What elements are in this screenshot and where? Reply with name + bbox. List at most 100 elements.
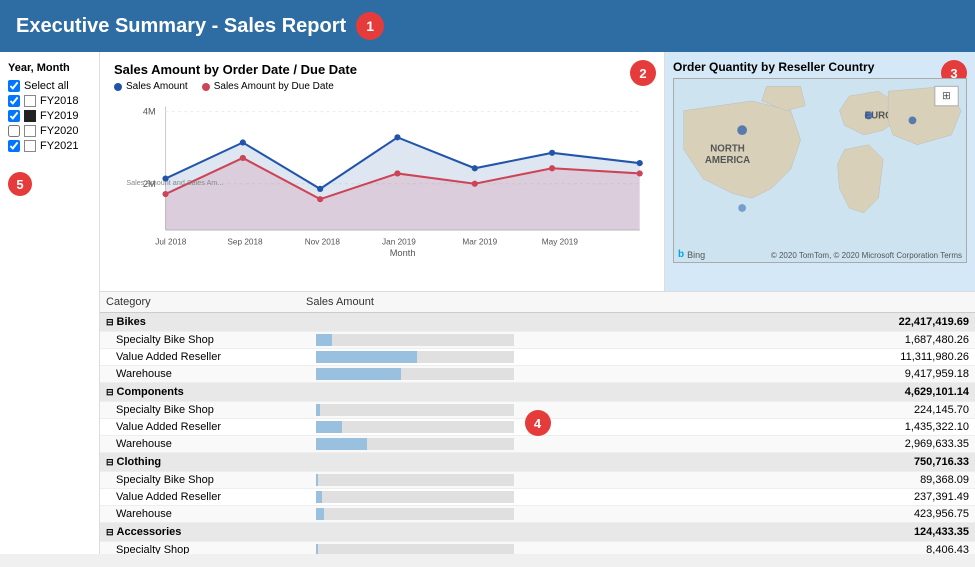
sub-label: Specialty Bike Shop bbox=[100, 472, 300, 489]
category-amount: 124,433.35 bbox=[520, 523, 975, 542]
sub-amount: 9,417,959.18 bbox=[520, 366, 975, 383]
line-chart-svg-container: 4M 2M bbox=[114, 96, 650, 256]
category-amount: 4,629,101.14 bbox=[520, 383, 975, 402]
bing-logo: b Bing bbox=[678, 249, 705, 260]
legend-dot-sales bbox=[114, 83, 122, 91]
sub-amount: 423,956.75 bbox=[520, 506, 975, 523]
category-bar bbox=[300, 383, 520, 402]
sub-amount: 89,368.09 bbox=[520, 472, 975, 489]
category-bar bbox=[300, 453, 520, 472]
sub-label: Specialty Bike Shop bbox=[100, 402, 300, 419]
svg-text:NORTH: NORTH bbox=[710, 144, 745, 155]
sub-bar bbox=[300, 419, 520, 436]
line-chart-svg: 4M 2M bbox=[114, 96, 650, 256]
badge-1: 1 bbox=[356, 12, 384, 40]
table-area: 4 Category Sales Amount ⊟Bikes 22,417,41… bbox=[100, 292, 975, 554]
fy2019-checkbox[interactable] bbox=[8, 110, 20, 122]
svg-text:Jan 2019: Jan 2019 bbox=[382, 238, 416, 247]
header-title: Executive Summary - Sales Report bbox=[16, 15, 346, 38]
sub-label: Warehouse bbox=[100, 436, 300, 453]
sidebar-title: Year, Month bbox=[8, 62, 91, 74]
sub-amount: 11,311,980.26 bbox=[520, 349, 975, 366]
svg-text:Mar 2019: Mar 2019 bbox=[462, 238, 497, 247]
fy2019-swatch bbox=[24, 110, 36, 122]
sub-label: Specialty Shop bbox=[100, 542, 300, 555]
fy2018-swatch bbox=[24, 95, 36, 107]
map-copyright: © 2020 TomTom, © 2020 Microsoft Corporat… bbox=[771, 251, 962, 260]
map-svg: NORTH AMERICA EURC bbox=[674, 79, 966, 263]
sub-bar bbox=[300, 542, 520, 555]
sub-label: Warehouse bbox=[100, 506, 300, 523]
col-category: Category bbox=[100, 292, 300, 313]
svg-text:⊞: ⊞ bbox=[942, 90, 951, 102]
category-label: ⊟Accessories bbox=[100, 523, 300, 542]
fy2020-swatch bbox=[24, 125, 36, 137]
badge-4: 4 bbox=[525, 410, 551, 436]
category-bar bbox=[300, 523, 520, 542]
sub-label: Value Added Reseller bbox=[100, 349, 300, 366]
sub-amount: 224,145.70 bbox=[520, 402, 975, 419]
line-chart-panel: Sales Amount by Order Date / Due Date Sa… bbox=[100, 52, 665, 291]
sub-amount: 1,435,322.10 bbox=[520, 419, 975, 436]
sidebar-item-fy2018[interactable]: FY2018 bbox=[8, 95, 91, 107]
category-amount: 750,716.33 bbox=[520, 453, 975, 472]
sidebar-item-fy2021[interactable]: FY2021 bbox=[8, 140, 91, 152]
fy2018-checkbox[interactable] bbox=[8, 95, 20, 107]
category-label: ⊟Components bbox=[100, 383, 300, 402]
header: Executive Summary - Sales Report 1 bbox=[0, 0, 975, 52]
svg-text:AMERICA: AMERICA bbox=[705, 155, 750, 166]
sub-amount: 2,969,633.35 bbox=[520, 436, 975, 453]
legend-dot-due bbox=[202, 83, 210, 91]
sub-bar bbox=[300, 472, 520, 489]
main-content: Year, Month Select all FY2018 FY2019 FY2… bbox=[0, 52, 975, 554]
map-panel: Order Quantity by Reseller Country 3 NOR… bbox=[665, 52, 975, 291]
chart-legend: Sales Amount Sales Amount by Due Date bbox=[114, 81, 650, 92]
sidebar-item-fy2019[interactable]: FY2019 bbox=[8, 110, 91, 122]
expand-icon[interactable]: ⊟ bbox=[106, 527, 114, 537]
svg-text:Month: Month bbox=[390, 248, 416, 256]
sub-bar bbox=[300, 489, 520, 506]
line-chart-title: Sales Amount by Order Date / Due Date bbox=[114, 62, 650, 77]
fy2020-checkbox[interactable] bbox=[8, 125, 20, 137]
svg-text:Sales Amount and Sales Am...: Sales Amount and Sales Am... bbox=[126, 178, 223, 187]
sub-label: Value Added Reseller bbox=[100, 489, 300, 506]
charts-top: Sales Amount by Order Date / Due Date Sa… bbox=[100, 52, 975, 292]
legend-sales-amount: Sales Amount bbox=[114, 81, 188, 92]
legend-due-date: Sales Amount by Due Date bbox=[202, 81, 334, 92]
select-all-checkbox[interactable] bbox=[8, 80, 20, 92]
sidebar-select-all[interactable]: Select all bbox=[8, 80, 91, 92]
sub-bar bbox=[300, 332, 520, 349]
sidebar-item-fy2020[interactable]: FY2020 bbox=[8, 125, 91, 137]
svg-text:May 2019: May 2019 bbox=[542, 238, 579, 247]
svg-text:Jul 2018: Jul 2018 bbox=[155, 238, 187, 247]
col-amount-value bbox=[520, 292, 975, 313]
map-title: Order Quantity by Reseller Country bbox=[673, 60, 967, 74]
sub-label: Value Added Reseller bbox=[100, 419, 300, 436]
category-label: ⊟Clothing bbox=[100, 453, 300, 472]
sub-bar bbox=[300, 436, 520, 453]
expand-icon[interactable]: ⊟ bbox=[106, 317, 114, 327]
svg-text:Sep 2018: Sep 2018 bbox=[227, 238, 263, 247]
badge-5: 5 bbox=[8, 172, 32, 196]
badge-2: 2 bbox=[630, 60, 656, 86]
sub-bar bbox=[300, 366, 520, 383]
sidebar: Year, Month Select all FY2018 FY2019 FY2… bbox=[0, 52, 100, 554]
fy2021-checkbox[interactable] bbox=[8, 140, 20, 152]
charts-area: Sales Amount by Order Date / Due Date Sa… bbox=[100, 52, 975, 554]
sub-amount: 237,391.49 bbox=[520, 489, 975, 506]
expand-icon[interactable]: ⊟ bbox=[106, 387, 114, 397]
category-bar bbox=[300, 313, 520, 332]
sub-bar bbox=[300, 402, 520, 419]
sub-label: Warehouse bbox=[100, 366, 300, 383]
sub-bar bbox=[300, 506, 520, 523]
category-amount: 22,417,419.69 bbox=[520, 313, 975, 332]
expand-icon[interactable]: ⊟ bbox=[106, 457, 114, 467]
sub-amount: 1,687,480.26 bbox=[520, 332, 975, 349]
svg-text:Nov 2018: Nov 2018 bbox=[305, 238, 341, 247]
sub-amount: 8,406.43 bbox=[520, 542, 975, 555]
col-sales-amount: Sales Amount bbox=[300, 292, 520, 313]
category-label: ⊟Bikes bbox=[100, 313, 300, 332]
map-container[interactable]: NORTH AMERICA EURC bbox=[673, 78, 967, 263]
sub-label: Specialty Bike Shop bbox=[100, 332, 300, 349]
sub-bar bbox=[300, 349, 520, 366]
